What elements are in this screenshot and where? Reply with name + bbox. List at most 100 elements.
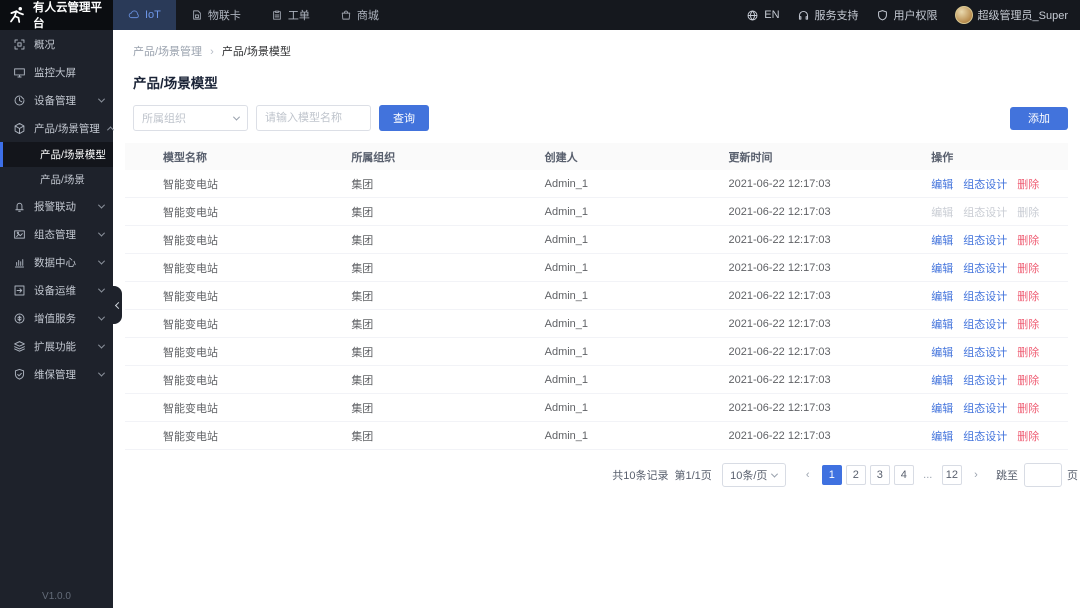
sidebar-item-device-mgmt[interactable]: 设备管理 [0, 86, 113, 114]
topbar-right-label: 超级管理员_Super [977, 10, 1068, 22]
cell-updated: 2021-06-22 12:17:03 [728, 261, 831, 274]
sidebar-item-data-center[interactable]: 数据中心 [0, 248, 113, 276]
chevron-down-icon [232, 113, 241, 121]
nav-item-sim-card[interactable]: 物联卡 [176, 0, 256, 30]
cell-creator: Admin_1 [544, 317, 589, 330]
edit-link[interactable]: 编辑 [931, 347, 953, 359]
work-order-icon [273, 10, 281, 20]
sidebar-subitem-label: 产品/场景模型 [40, 149, 106, 161]
delete-link[interactable]: 删除 [1017, 291, 1039, 303]
cell-org: 集团 [351, 318, 374, 331]
jump-page-input[interactable] [1024, 463, 1062, 487]
cell-creator: Admin_1 [544, 429, 589, 442]
cell-creator: Admin_1 [544, 373, 589, 386]
sidebar-item-label: 设备运维 [34, 284, 76, 297]
edit-link[interactable]: 编辑 [931, 431, 953, 443]
page-title: 产品/场景模型 [133, 76, 218, 91]
cell-updated: 2021-06-22 12:17:03 [728, 289, 831, 302]
edit-link[interactable]: 编辑 [931, 403, 953, 415]
scada-design-link[interactable]: 组态设计 [963, 375, 1007, 387]
delete-link[interactable]: 删除 [1017, 263, 1039, 275]
cell-name: 智能变电站 [163, 290, 218, 303]
add-button[interactable]: 添加 [1010, 106, 1068, 130]
delete-link[interactable]: 删除 [1017, 179, 1039, 191]
sidebar-item-monitor[interactable]: 监控大屏 [0, 58, 113, 86]
sidebar-item-product-mgmt[interactable]: 产品/场景管理 [0, 114, 114, 142]
sidebar-item-device-ops[interactable]: 设备运维 [0, 276, 113, 304]
delete-link[interactable]: 删除 [1017, 235, 1039, 247]
sidebar-item-label: 扩展功能 [34, 340, 76, 353]
page-button-4[interactable]: 4 [893, 465, 914, 485]
scada-design-link[interactable]: 组态设计 [963, 347, 1007, 359]
search-button[interactable]: 查询 [379, 105, 429, 131]
sidebar-subitem-0[interactable]: 产品/场景模型 [0, 142, 113, 167]
next-page-button[interactable]: › [966, 465, 986, 485]
sidebar-item-extension[interactable]: 扩展功能 [0, 332, 113, 360]
edit-link[interactable]: 编辑 [931, 263, 953, 275]
chevron-down-icon [97, 257, 106, 265]
organization-select[interactable]: 所属组织 [133, 105, 248, 131]
prev-page-button[interactable]: ‹ [798, 465, 818, 485]
page-button-3[interactable]: 3 [869, 465, 890, 485]
chevron-down-icon [97, 229, 106, 237]
chevron-down-icon [771, 470, 779, 478]
sidebar-item-overview[interactable]: 概况 [0, 30, 113, 58]
col-header-actions: 操作 [931, 151, 954, 164]
overview-icon [14, 39, 25, 49]
jump-label: 跳至 [996, 470, 1018, 482]
brand-title: 有人云管理平台 [33, 2, 102, 30]
edit-link[interactable]: 编辑 [931, 235, 953, 247]
scada-design-link[interactable]: 组态设计 [963, 403, 1007, 415]
sidebar-item-scada[interactable]: 组态管理 [0, 220, 113, 248]
delete-link[interactable]: 删除 [1017, 319, 1039, 331]
breadcrumb-parent[interactable]: 产品/场景管理 [133, 46, 202, 58]
sidebar-collapse-handle[interactable] [113, 286, 123, 324]
cell-org: 集团 [351, 430, 374, 443]
cell-org: 集团 [351, 206, 374, 219]
scada-design-link[interactable]: 组态设计 [963, 179, 1007, 191]
cell-org: 集团 [351, 290, 374, 303]
edit-link[interactable]: 编辑 [931, 179, 953, 191]
nav-item-mall[interactable]: 商城 [325, 0, 394, 30]
cell-creator: Admin_1 [544, 345, 589, 358]
cell-actions: 编辑 组态设计 删除 [931, 316, 1068, 332]
chevron-up-icon [106, 125, 114, 133]
edit-link[interactable]: 编辑 [931, 319, 953, 331]
table-row: 智能变电站 集团 Admin_1 2021-06-22 12:17:03 编辑 组态设计删… [125, 366, 1068, 394]
app-version: V1.0.0 [42, 591, 71, 602]
nav-item-work-order[interactable]: 工单 [256, 0, 325, 30]
delete-link[interactable]: 删除 [1017, 375, 1039, 387]
delete-link[interactable]: 删除 [1017, 347, 1039, 359]
nav-item-cloud[interactable]: IoT [113, 0, 176, 30]
topbar-globe-item[interactable]: EN [746, 9, 780, 22]
top-navigation: IoT 物联卡 工单 商城 [113, 0, 394, 30]
edit-link[interactable]: 编辑 [931, 291, 953, 303]
page-button-12[interactable]: 12 [941, 465, 962, 485]
cell-updated: 2021-06-22 12:17:03 [728, 205, 831, 218]
edit-link[interactable]: 编辑 [931, 375, 953, 387]
topbar-headset-item[interactable]: 服务支持 [797, 7, 859, 23]
page-size-select[interactable]: 10条/页 [721, 463, 786, 487]
topbar-avatar-item[interactable]: 超级管理员_Super [954, 6, 1068, 24]
scada-design-link[interactable]: 组态设计 [963, 431, 1007, 443]
sidebar-item-maintenance[interactable]: 维保管理 [0, 360, 113, 388]
breadcrumb-current: 产品/场景模型 [221, 46, 291, 58]
delete-link[interactable]: 删除 [1017, 431, 1039, 443]
sidebar-item-label: 概况 [34, 38, 55, 51]
table-row: 智能变电站 集团 Admin_1 2021-06-22 12:17:03 编辑 组态设计删… [125, 170, 1068, 198]
cell-name: 智能变电站 [163, 430, 218, 443]
sidebar-item-value-service[interactable]: 增值服务 [0, 304, 113, 332]
sidebar-item-alarm[interactable]: 报警联动 [0, 192, 113, 220]
table-row: 智能变电站 集团 Admin_1 2021-06-22 12:17:03 编辑 组态设计删… [125, 226, 1068, 254]
topbar-shield-item[interactable]: 用户权限 [876, 7, 938, 23]
organization-select-placeholder: 所属组织 [142, 113, 186, 125]
delete-link[interactable]: 删除 [1017, 403, 1039, 415]
sidebar-subitem-1[interactable]: 产品/场景 [0, 167, 113, 192]
model-name-input[interactable] [256, 105, 371, 131]
page-button-1[interactable]: 1 [821, 465, 842, 485]
scada-design-link[interactable]: 组态设计 [963, 291, 1007, 303]
scada-design-link[interactable]: 组态设计 [963, 235, 1007, 247]
scada-design-link[interactable]: 组态设计 [963, 263, 1007, 275]
page-button-2[interactable]: 2 [845, 465, 866, 485]
scada-design-link[interactable]: 组态设计 [963, 319, 1007, 331]
